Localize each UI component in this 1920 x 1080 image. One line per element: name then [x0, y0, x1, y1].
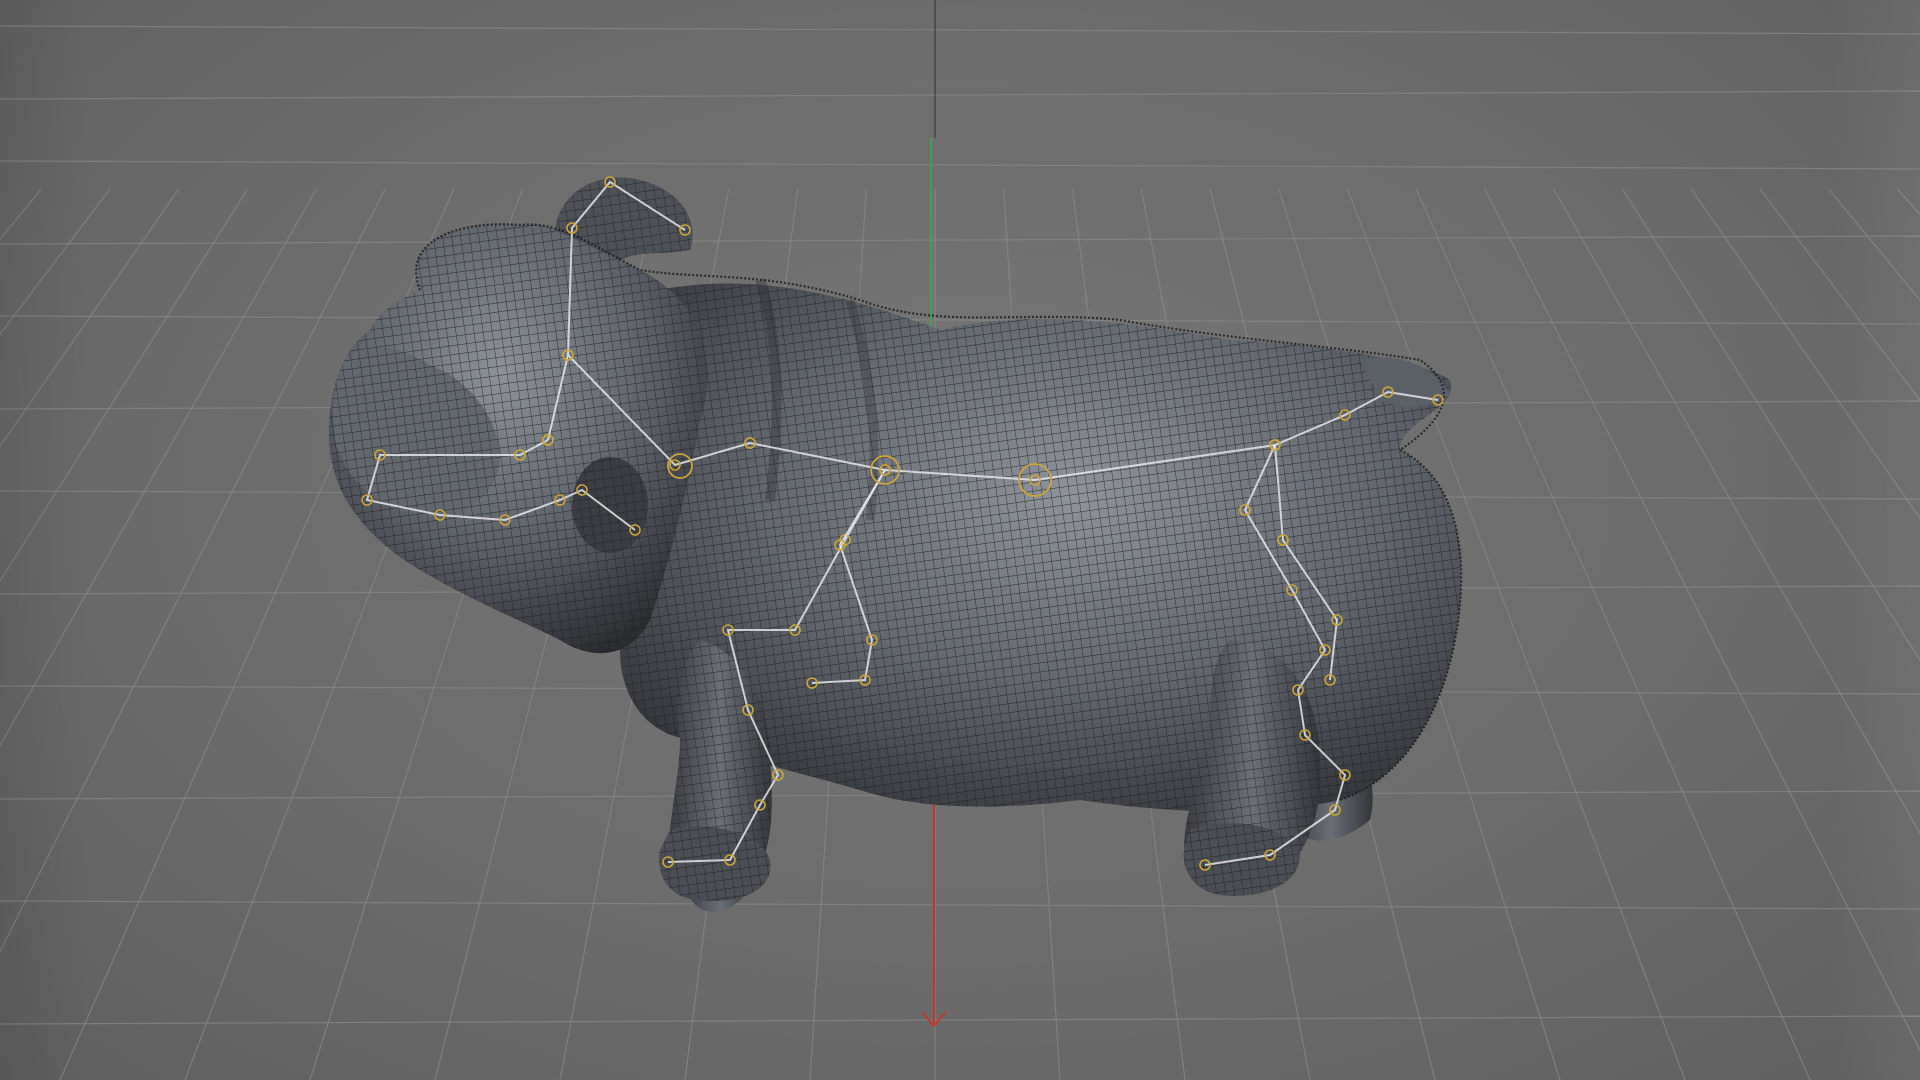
grid-line	[0, 188, 42, 241]
grid-line	[0, 188, 249, 583]
grid-line	[0, 25, 1920, 35]
grid-line	[0, 188, 386, 953]
grid-line	[0, 90, 1920, 100]
grid-line	[0, 235, 1920, 245]
bulldog-model[interactable]	[329, 177, 1463, 912]
grid-line	[1897, 188, 1920, 216]
grid-line	[0, 900, 1920, 910]
grid-line	[0, 160, 1920, 170]
grid-line	[0, 1015, 1920, 1025]
viewport-canvas[interactable]	[0, 0, 1920, 1080]
grid-line	[0, 315, 1920, 325]
grid-line	[0, 188, 111, 336]
3d-viewport[interactable]	[0, 0, 1920, 1080]
grid-line	[0, 188, 180, 448]
grid-line	[0, 188, 317, 747]
grid-line	[1828, 188, 1920, 302]
